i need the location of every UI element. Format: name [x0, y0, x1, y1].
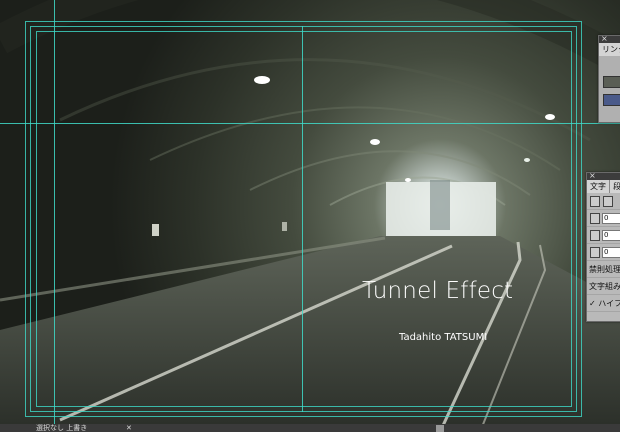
indent-row: 0 — [587, 210, 620, 227]
links-panel-titlebar[interactable]: × — [599, 36, 620, 43]
align-center-icon[interactable] — [603, 196, 613, 207]
link-thumbnail[interactable] — [603, 76, 620, 88]
mojigumi-row[interactable]: 文字組み： — [587, 278, 620, 295]
space-row: 0 — [587, 227, 620, 244]
margin-frame — [36, 31, 572, 407]
tab-character[interactable]: 文字 — [587, 180, 610, 193]
link-thumbnail[interactable] — [603, 94, 620, 106]
kinsoku-label: 禁則処理： — [589, 265, 620, 274]
character-panel-titlebar[interactable]: × — [587, 173, 620, 180]
links-panel[interactable]: × リンク — [598, 35, 620, 123]
indent-field[interactable]: 0 — [602, 213, 620, 224]
tab-links[interactable]: リンク — [599, 43, 620, 56]
space-icon — [590, 230, 600, 241]
spacing-field[interactable]: 0 — [602, 247, 620, 258]
horizontal-scrollbar-thumb[interactable] — [436, 425, 444, 432]
cursor-icon: ✕ — [126, 424, 132, 432]
document-author[interactable]: Tadahito TATSUMI — [399, 332, 487, 343]
indent-icon — [590, 213, 600, 224]
align-left-icon[interactable] — [590, 196, 600, 207]
close-icon[interactable]: × — [601, 36, 608, 44]
character-panel[interactable]: × 文字段 0 0 0 禁則処理： 文字組み： ✓ ハイフ — [586, 172, 620, 322]
status-bar: 選択なし 上書き ✕ — [0, 424, 620, 432]
tab-paragraph[interactable]: 段 — [610, 180, 620, 193]
status-text: 選択なし 上書き — [36, 424, 88, 432]
space-field[interactable]: 0 — [602, 230, 620, 241]
document-canvas[interactable]: Tunnel Effect Tadahito TATSUMI — [0, 0, 620, 432]
spacing-row: 0 — [587, 244, 620, 261]
document-title[interactable]: Tunnel Effect — [362, 278, 513, 304]
mojigumi-label: 文字組み： — [589, 282, 620, 291]
hyphenation-checkbox[interactable]: ✓ ハイフ — [589, 298, 620, 309]
alignment-row — [587, 193, 620, 210]
spacing-icon — [590, 247, 600, 258]
links-list[interactable] — [599, 56, 620, 122]
hyphen-row[interactable]: ✓ ハイフ — [587, 295, 620, 312]
close-icon[interactable]: × — [589, 173, 596, 181]
kinsoku-row[interactable]: 禁則処理： — [587, 261, 620, 278]
